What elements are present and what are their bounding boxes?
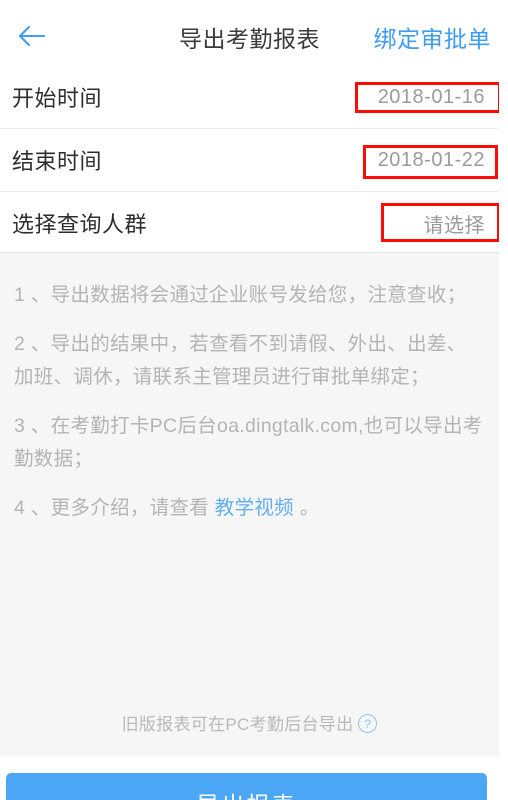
export-form: 开始时间 2018-01-16 结束时间 2018-01-22 选择查询人群 请… (0, 66, 499, 254)
select-people-label: 选择查询人群 (12, 212, 148, 237)
instruction-item-3: 3 、在考勤打卡PC后台oa.dingtalk.com,也可以导出考勤数据； (14, 415, 483, 470)
end-time-label: 结束时间 (12, 149, 103, 174)
submit-bar: 导出报表 (0, 757, 499, 800)
form-row-end-time[interactable]: 结束时间 2018-01-22 (0, 128, 499, 191)
export-report-button[interactable]: 导出报表 (6, 773, 487, 800)
instruction-item-4-suffix: 。 (293, 497, 320, 519)
legacy-report-note-text: 旧版报表可在PC考勤后台导出 (121, 715, 354, 734)
screen-content: 导出考勤报表 绑定审批单 开始时间 2018-01-16 结束时间 2018-0… (0, 0, 501, 800)
form-row-select-people[interactable]: 选择查询人群 请选择 (0, 191, 499, 254)
bind-approval-link[interactable]: 绑定审批单 (374, 20, 492, 54)
end-time-value[interactable]: 2018-01-22 (378, 149, 485, 172)
form-row-start-time[interactable]: 开始时间 2018-01-16 (0, 66, 499, 128)
instructions-panel: 1 、导出数据将会通过企业账号发给您，注意查收； 2 、导出的结果中，若查看不到… (0, 253, 499, 757)
app-screen: 导出考勤报表 绑定审批单 开始时间 2018-01-16 结束时间 2018-0… (0, 0, 508, 800)
start-time-label: 开始时间 (12, 86, 103, 111)
instruction-item-2: 2 、导出的结果中，若查看不到请假、外出、出差、加班、调休，请联系主管理员进行审… (14, 333, 467, 388)
instruction-item-1: 1 、导出数据将会通过企业账号发给您，注意查收； (14, 284, 467, 306)
select-people-value[interactable]: 请选择 (424, 209, 486, 238)
legacy-report-note: 旧版报表可在PC考勤后台导出 ? (0, 710, 499, 735)
screen-edge-gutter (499, 0, 508, 800)
instruction-item-4: 4 、更多介绍，请查看 教学视频 。 (14, 492, 485, 525)
question-mark-circle-icon[interactable]: ? (358, 714, 378, 733)
start-time-value[interactable]: 2018-01-16 (378, 86, 485, 109)
instruction-item-4-prefix: 4 、更多介绍，请查看 (14, 497, 215, 519)
tutorial-video-link[interactable]: 教学视频 (215, 497, 294, 519)
navigation-bar: 导出考勤报表 绑定审批单 (0, 0, 499, 66)
